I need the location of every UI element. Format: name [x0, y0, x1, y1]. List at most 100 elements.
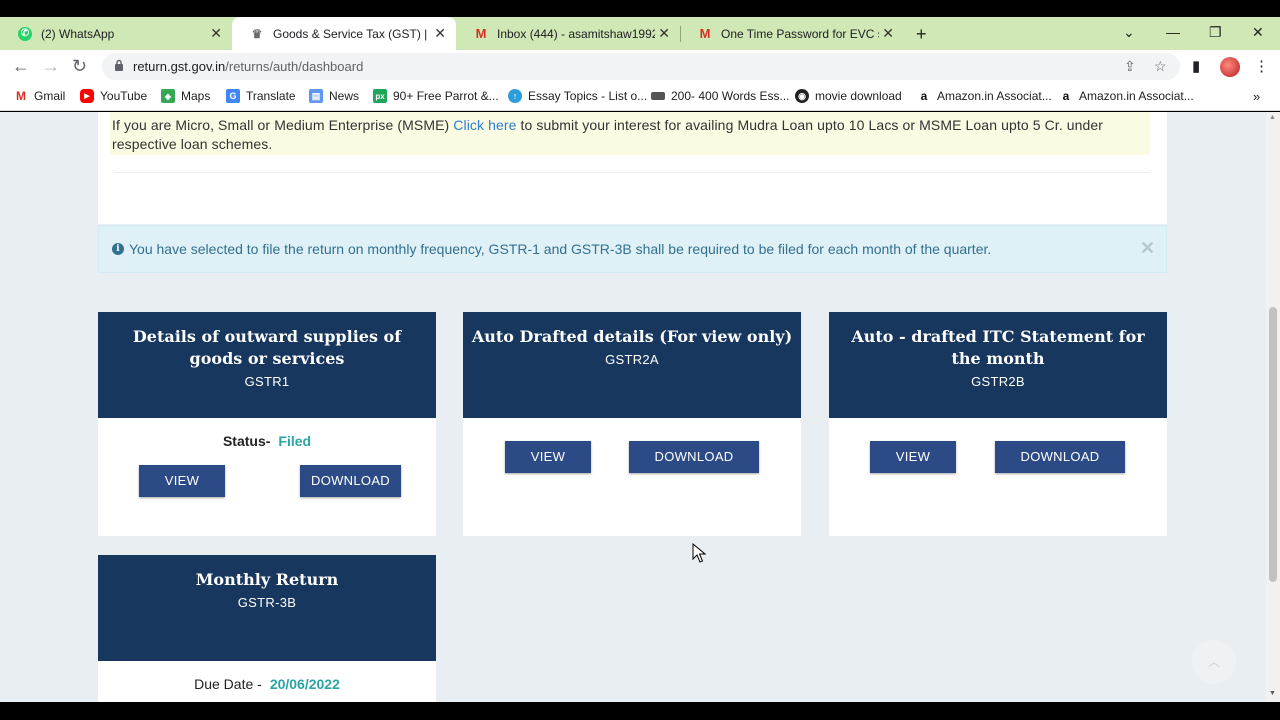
close-icon[interactable]: ✕ — [1140, 238, 1155, 259]
card-subtitle: GSTR-3B — [237, 595, 297, 610]
bookmark-amazon-1[interactable]: a Amazon.in Associat... — [917, 89, 1052, 103]
url-text: return.gst.gov.in/returns/auth/dashboard — [133, 59, 363, 74]
browser-window: ✆ (2) WhatsApp ✕ ♛ Goods & Service Tax (… — [0, 0, 1280, 720]
close-icon[interactable]: ✕ — [882, 26, 894, 40]
forward-button[interactable]: → — [42, 56, 60, 76]
side-panel-icon[interactable]: ▮ — [1192, 57, 1200, 75]
tab-gst[interactable]: ♛ Goods & Service Tax (GST) | User ✕ — [232, 17, 456, 50]
share-icon[interactable]: ⇪ — [1124, 58, 1136, 75]
amazon-icon: a — [1062, 89, 1070, 103]
bookmark-label: Maps — [181, 89, 211, 103]
whatsapp-icon: ✆ — [18, 26, 32, 41]
divider — [114, 172, 1150, 173]
tab-otp[interactable]: M One Time Password for EVC signi ✕ — [680, 17, 904, 50]
info-alert: i You have selected to file the return o… — [98, 225, 1167, 273]
minimize-button[interactable]: — — [1166, 24, 1180, 40]
due-date-label: Due Date - — [194, 676, 262, 692]
tab-label: One Time Password for EVC signi — [721, 26, 879, 41]
bookmark-label: Gmail — [34, 89, 66, 103]
bookmark-movie[interactable]: ◉ movie download — [795, 89, 902, 103]
mouse-cursor-icon — [692, 543, 706, 563]
card-header: Auto - drafted ITC Statement for the mon… — [829, 312, 1167, 418]
gmail-icon: M — [475, 26, 487, 41]
download-button-gstr1[interactable]: DOWNLOAD — [300, 465, 401, 497]
menu-icon[interactable]: ⋮ — [1254, 57, 1269, 75]
bookmark-translate[interactable]: G Translate — [226, 89, 296, 103]
msme-click-here-link[interactable]: Click here — [453, 117, 516, 133]
restore-button[interactable]: ❐ — [1209, 24, 1222, 41]
tab-label: Goods & Service Tax (GST) | User — [273, 26, 431, 41]
gmail-icon: M — [699, 26, 711, 41]
bookmark-amazon-2[interactable]: a Amazon.in Associat... — [1059, 89, 1194, 103]
gmail-icon: M — [16, 89, 26, 103]
info-alert-text: You have selected to file the return on … — [129, 241, 992, 257]
lock-icon — [115, 59, 123, 71]
bookmark-label: 200- 400 Words Ess... — [671, 89, 790, 103]
maps-icon: ◆ — [161, 89, 175, 103]
close-icon[interactable]: ✕ — [434, 26, 446, 40]
view-button-gstr2a[interactable]: VIEW — [505, 441, 591, 473]
url-path: /returns/auth/dashboard — [225, 59, 364, 74]
book-icon — [651, 92, 665, 100]
status-badge: Filed — [278, 433, 312, 449]
url-host: return.gst.gov.in — [133, 59, 226, 74]
card-subtitle: GSTR2A — [605, 352, 659, 367]
back-button[interactable]: ← — [12, 56, 30, 76]
close-icon[interactable]: ✕ — [658, 26, 670, 40]
screen-bottom-edge — [0, 702, 1280, 720]
profile-avatar[interactable] — [1220, 57, 1240, 77]
close-window-button[interactable]: ✕ — [1252, 24, 1264, 41]
tab-label: (2) WhatsApp — [41, 26, 115, 41]
bookmark-news[interactable]: ▤ News — [309, 89, 359, 103]
bookmark-gmail[interactable]: M Gmail — [14, 89, 65, 103]
close-icon[interactable]: ✕ — [210, 26, 222, 40]
new-tab-button[interactable]: + — [916, 24, 927, 45]
download-button-gstr2a[interactable]: DOWNLOAD — [629, 441, 759, 473]
card-gstr1: Details of outward supplies of goods or … — [98, 312, 436, 536]
bookmark-parrot[interactable]: px 90+ Free Parrot &... — [373, 89, 499, 103]
bookmark-youtube[interactable]: ▶ YouTube — [80, 89, 147, 103]
bookmark-label: YouTube — [100, 89, 148, 103]
more-bookmarks-icon[interactable]: » — [1253, 89, 1260, 104]
reload-button[interactable]: ↻ — [72, 56, 87, 76]
msme-text: If you are Micro, Small or Medium Enterp… — [112, 117, 454, 133]
scroll-down-arrow-icon[interactable]: ▼ — [1269, 690, 1276, 697]
card-title: Auto - drafted ITC Statement for the mon… — [851, 327, 1145, 368]
px-icon: px — [373, 89, 387, 103]
essay-icon: ↑ — [508, 89, 522, 103]
view-button-gstr1[interactable]: VIEW — [139, 465, 225, 497]
youtube-icon: ▶ — [80, 89, 94, 103]
tab-whatsapp[interactable]: ✆ (2) WhatsApp ✕ — [0, 17, 232, 50]
bookmarks-bar: M Gmail ▶ YouTube ◆ Maps G Translate ▤ News p… — [0, 83, 1280, 111]
scroll-to-top-button[interactable]: ︿ — [1192, 640, 1236, 684]
bookmark-label: movie download — [815, 89, 902, 103]
globe-icon: ◉ — [795, 89, 809, 103]
card-title: Auto Drafted details (For view only) — [471, 327, 793, 346]
scroll-up-arrow-icon[interactable]: ▲ — [1269, 114, 1276, 121]
tab-inbox[interactable]: M Inbox (444) - asamitshaw1992@g ✕ — [456, 17, 680, 50]
card-header: Details of outward supplies of goods or … — [98, 312, 436, 418]
msme-notice: If you are Micro, Small or Medium Enterp… — [110, 112, 1150, 155]
card-header: Monthly Return GSTR-3B — [98, 555, 436, 661]
scrollbar-thumb[interactable] — [1269, 307, 1277, 582]
tab-label: Inbox (444) - asamitshaw1992@g — [497, 26, 655, 41]
translate-icon: G — [226, 89, 240, 103]
news-icon: ▤ — [309, 89, 323, 103]
bookmark-essay-topics[interactable]: ↑ Essay Topics - List o... — [508, 89, 647, 103]
card-gstr2b: Auto - drafted ITC Statement for the mon… — [829, 312, 1167, 536]
star-icon[interactable]: ☆ — [1154, 58, 1167, 75]
bookmark-label: 90+ Free Parrot &... — [393, 89, 499, 103]
view-button-gstr2b[interactable]: VIEW — [870, 441, 956, 473]
card-title: Details of outward supplies of goods or … — [132, 327, 402, 368]
vertical-scrollbar[interactable]: ▲ ▼ — [1266, 112, 1280, 702]
bookmark-label: Amazon.in Associat... — [937, 89, 1052, 103]
bookmark-maps[interactable]: ◆ Maps — [161, 89, 210, 103]
card-title: Monthly Return — [195, 570, 339, 589]
download-button-gstr2b[interactable]: DOWNLOAD — [995, 441, 1125, 473]
chevron-down-icon[interactable]: ⌄ — [1123, 24, 1135, 41]
card-subtitle: GSTR2B — [971, 374, 1025, 389]
bookmark-words-essay[interactable]: 200- 400 Words Ess... — [651, 89, 790, 103]
bookmark-label: Amazon.in Associat... — [1079, 89, 1194, 103]
address-bar[interactable]: return.gst.gov.in/returns/auth/dashboard… — [102, 53, 1180, 80]
card-gstr2a: Auto Drafted details (For view only) GST… — [463, 312, 801, 536]
